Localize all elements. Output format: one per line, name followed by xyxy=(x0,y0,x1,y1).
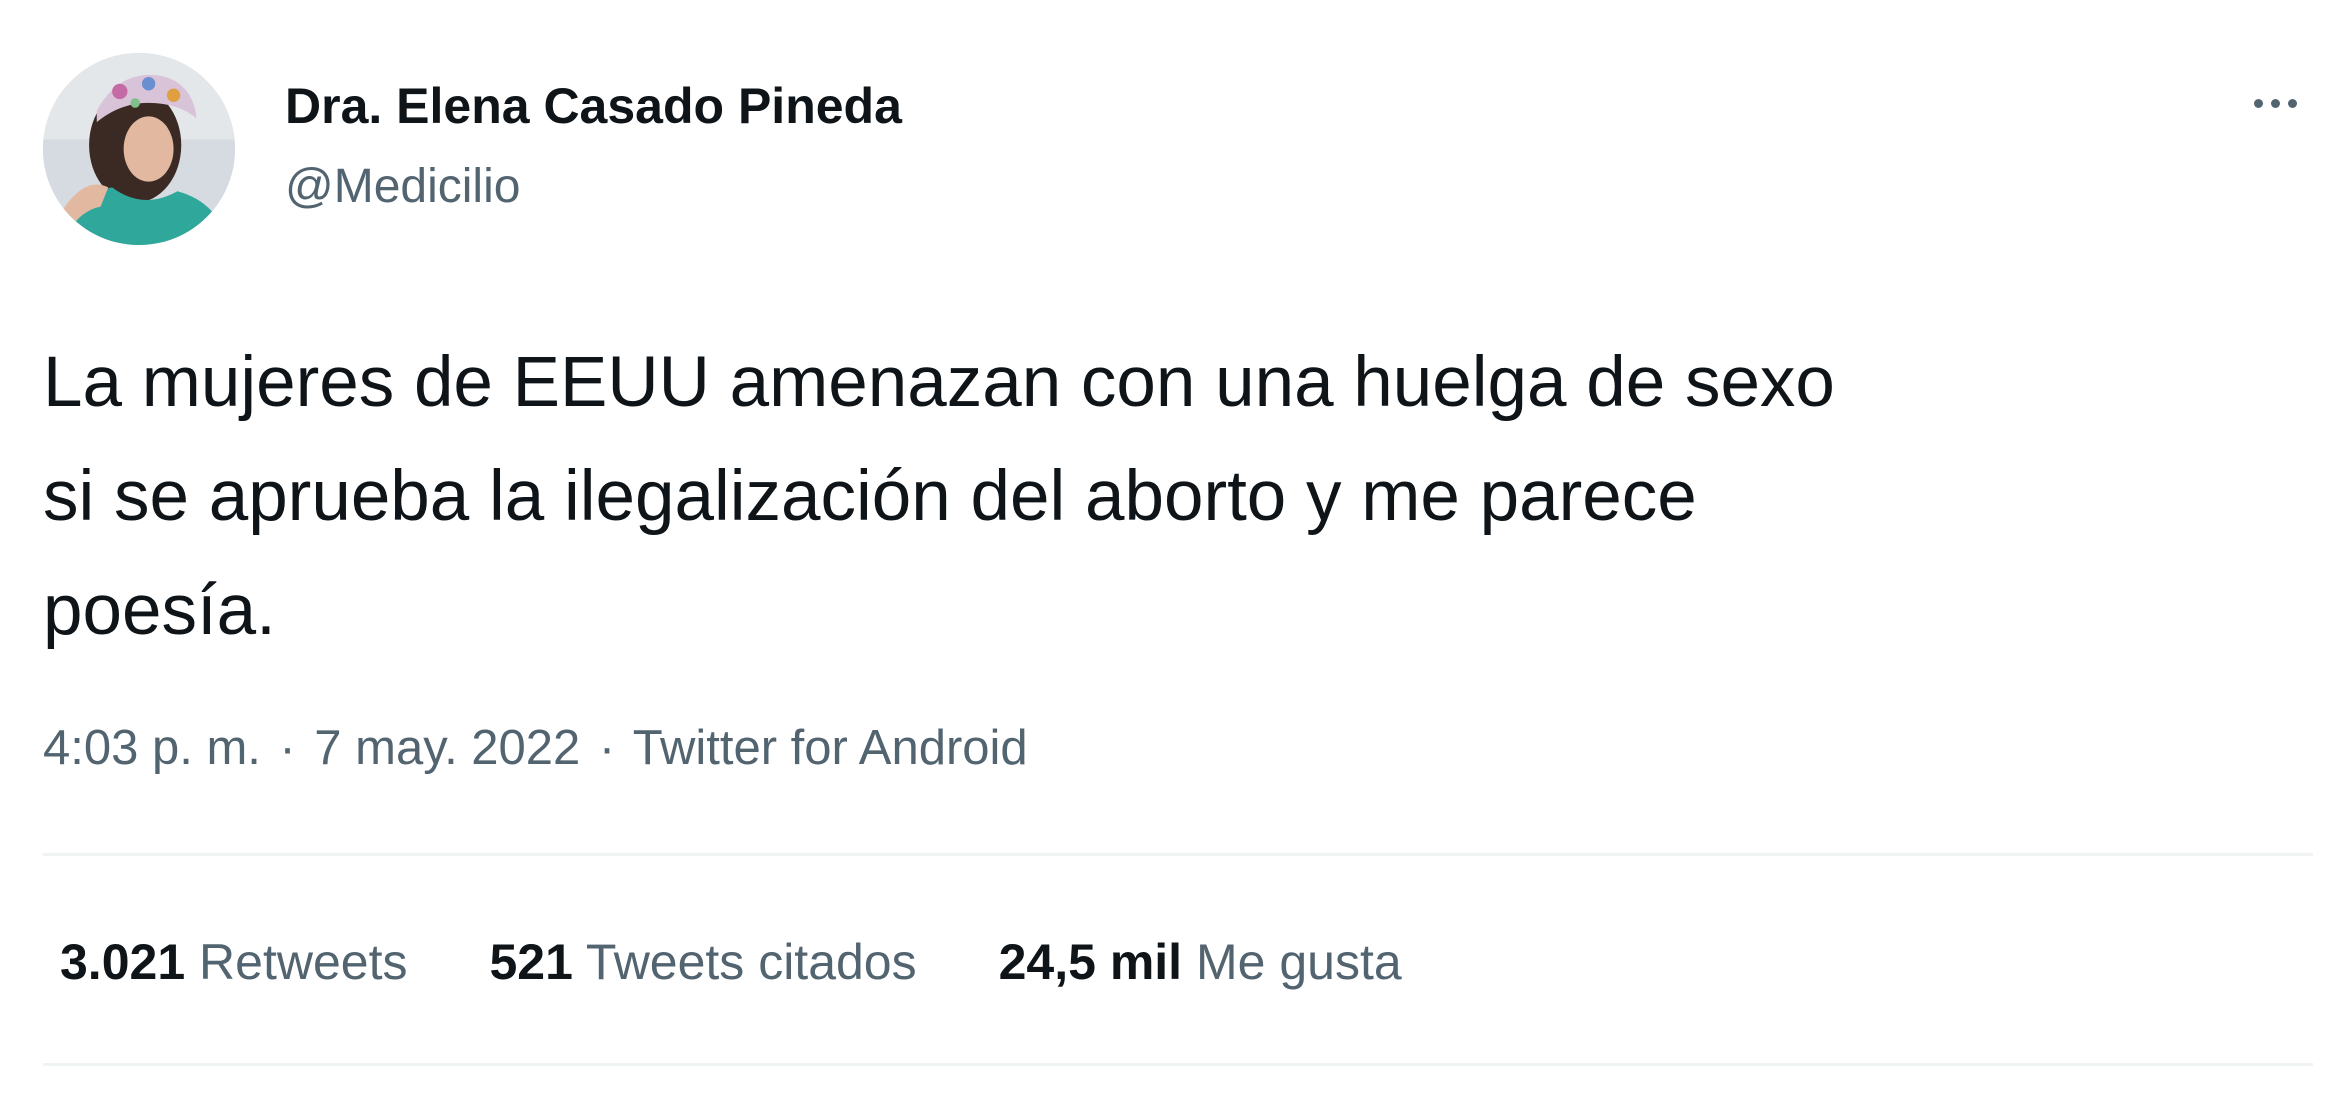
tweet-meta: 4:03 p. m. · 7 may. 2022 · Twitter for A… xyxy=(43,718,1028,778)
more-horizontal-icon xyxy=(2253,98,2263,108)
divider xyxy=(43,1063,2313,1066)
tweet-source[interactable]: Twitter for Android xyxy=(633,721,1028,775)
quote-tweets-label: Tweets citados xyxy=(585,934,917,990)
tweet-date[interactable]: 7 may. 2022 xyxy=(314,721,580,775)
retweets-label: Retweets xyxy=(199,934,408,990)
tweet-card: Dra. Elena Casado Pineda @Medicilio La m… xyxy=(0,0,2350,1106)
tweet-text-line: si se aprueba la ilegalización del abort… xyxy=(43,457,1697,536)
likes-label: Me gusta xyxy=(1195,934,1402,990)
meta-separator: · xyxy=(598,721,616,775)
likes-count: 24,5 mil xyxy=(998,934,1183,990)
more-options-button[interactable] xyxy=(2240,78,2310,128)
likes-stat[interactable]: 24,5 mil Me gusta xyxy=(999,932,1402,992)
quote-tweets-count: 521 xyxy=(489,934,573,990)
divider xyxy=(43,853,2313,856)
tweet-text-line: La mujeres de EEUU amenazan con una huel… xyxy=(43,343,1835,422)
meta-separator: · xyxy=(279,721,296,775)
tweet-time[interactable]: 4:03 p. m. xyxy=(43,721,261,775)
more-horizontal-icon xyxy=(2287,98,2297,108)
avatar[interactable] xyxy=(43,53,235,245)
retweets-count: 3.021 xyxy=(60,934,186,990)
more-horizontal-icon xyxy=(2270,98,2280,108)
display-name[interactable]: Dra. Elena Casado Pineda xyxy=(285,76,902,136)
tweet-text: La mujeres de EEUU amenazan con una huel… xyxy=(43,326,2333,668)
retweets-stat[interactable]: 3.021 Retweets xyxy=(60,932,407,992)
user-handle[interactable]: @Medicilio xyxy=(285,158,520,216)
tweet-stats: 3.021 Retweets 521 Tweets citados 24,5 m… xyxy=(60,932,1402,992)
quote-tweets-stat[interactable]: 521 Tweets citados xyxy=(489,932,916,992)
tweet-text-line: poesía. xyxy=(43,571,276,650)
avatar-image xyxy=(43,53,235,245)
